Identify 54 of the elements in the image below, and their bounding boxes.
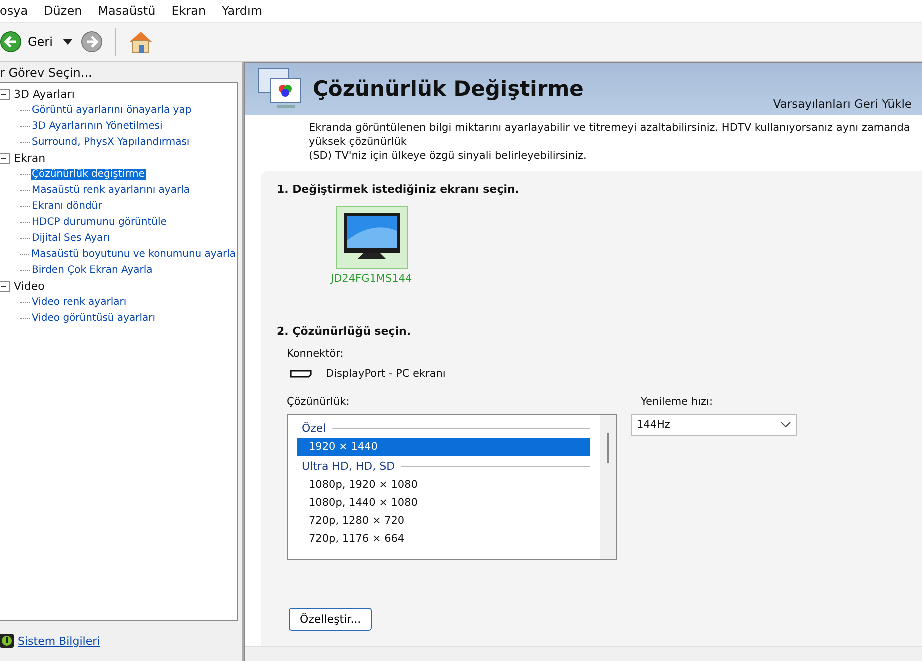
sidebar-title: r Görev Seçin... xyxy=(0,65,94,82)
description-text: Ekranda görüntülenen bilgi miktarını ayarlayabilir ve titremeyi azaltabilirsiniz. HDTV kullanıyorsanız aynı zamanda yüksek çözünürlük (SD) TV'niz için ülkeye özgü sinyali belirleyebilirsiniz. xyxy=(308,121,912,161)
menu-item[interactable]: osya xyxy=(0,4,28,18)
customize-button[interactable]: Özelleştir... xyxy=(289,608,372,631)
collapse-toggle-icon[interactable] xyxy=(0,152,10,164)
collapse-toggle-icon[interactable] xyxy=(0,88,10,100)
resolution-label: Çözünürlük: xyxy=(287,396,351,408)
tree-item[interactable]: Ekranı döndür xyxy=(31,200,104,212)
scrollbar[interactable] xyxy=(600,415,616,559)
display-name: JD24FG1MS144 xyxy=(331,273,412,285)
tree-item[interactable]: Birden Çok Ekran Ayarla xyxy=(31,264,154,276)
tree-category[interactable]: Video xyxy=(14,280,45,292)
tree-item[interactable]: Video renk ayarları xyxy=(31,296,128,308)
home-icon[interactable] xyxy=(128,30,154,54)
refresh-rate-dropdown[interactable]: 144Hz xyxy=(631,414,797,436)
tree-item[interactable]: Masaüstü boyutunu ve konumunu ayarla xyxy=(30,248,237,260)
tree-item[interactable]: Dijital Ses Ayarı xyxy=(31,232,112,244)
collapse-toggle-icon[interactable] xyxy=(0,280,10,292)
resolution-option[interactable]: 720p, 1280 × 720 xyxy=(297,512,590,530)
monitor-icon xyxy=(342,211,402,261)
tree-item[interactable]: Surround, PhysX Yapılandırması xyxy=(31,136,191,148)
tree-item[interactable]: Video görüntüsü ayarları xyxy=(31,312,157,324)
back-button[interactable]: Geri xyxy=(0,31,55,53)
menu-item[interactable]: Düzen xyxy=(44,4,82,18)
resolution-option[interactable]: 720p, 1176 × 664 xyxy=(297,530,590,548)
tree-item[interactable]: 3D Ayarlarının Yönetilmesi xyxy=(31,120,164,132)
horizontal-scrollbar[interactable] xyxy=(245,646,922,661)
restore-defaults-link[interactable]: Varsayılanları Geri Yükle xyxy=(773,97,912,111)
tree-item[interactable]: Çözünürlük değiştirme xyxy=(31,168,146,180)
step-heading: 1. Değiştirmek istediğiniz ekranı seçin. xyxy=(277,183,520,196)
connector-label: Konnektör: xyxy=(287,348,345,360)
system-info-link[interactable]: Sistem Bilgileri xyxy=(18,634,100,648)
resolution-option[interactable]: 1080p, 1440 × 1080 xyxy=(297,494,590,512)
port-icon xyxy=(290,370,312,378)
tree-item[interactable]: Masaüstü renk ayarlarını ayarla xyxy=(31,184,191,196)
tree-category[interactable]: Ekran xyxy=(14,152,46,164)
group-heading: Ultra HD, HD, SD xyxy=(302,460,396,472)
page-title: Çözünürlük Değiştirme xyxy=(313,77,584,101)
tree-category[interactable]: 3D Ayarları xyxy=(14,88,75,100)
menu-item[interactable]: Ekran xyxy=(172,4,206,18)
resolution-option[interactable]: 1920 × 1440 xyxy=(297,438,590,456)
refresh-rate-label: Yenileme hızı: xyxy=(641,396,714,408)
group-heading: Özel xyxy=(302,422,326,434)
menu-item[interactable]: Yardım xyxy=(222,4,263,18)
chevron-down-icon xyxy=(781,422,791,428)
info-icon xyxy=(0,634,14,648)
tree-item[interactable]: HDCP durumunu görüntüle xyxy=(31,216,168,228)
display-tile[interactable] xyxy=(336,206,408,269)
resolution-option[interactable]: 1080p, 1920 × 1080 xyxy=(297,476,590,494)
step-heading: 2. Çözünürlüğü seçin. xyxy=(277,325,412,338)
menu-item[interactable]: Masaüstü xyxy=(98,4,156,18)
tree-item[interactable]: Görüntü ayarlarını önayarla yap xyxy=(31,104,193,116)
connector-value: DisplayPort - PC ekranı xyxy=(326,368,446,380)
dropdown-caret-icon[interactable] xyxy=(62,39,73,45)
